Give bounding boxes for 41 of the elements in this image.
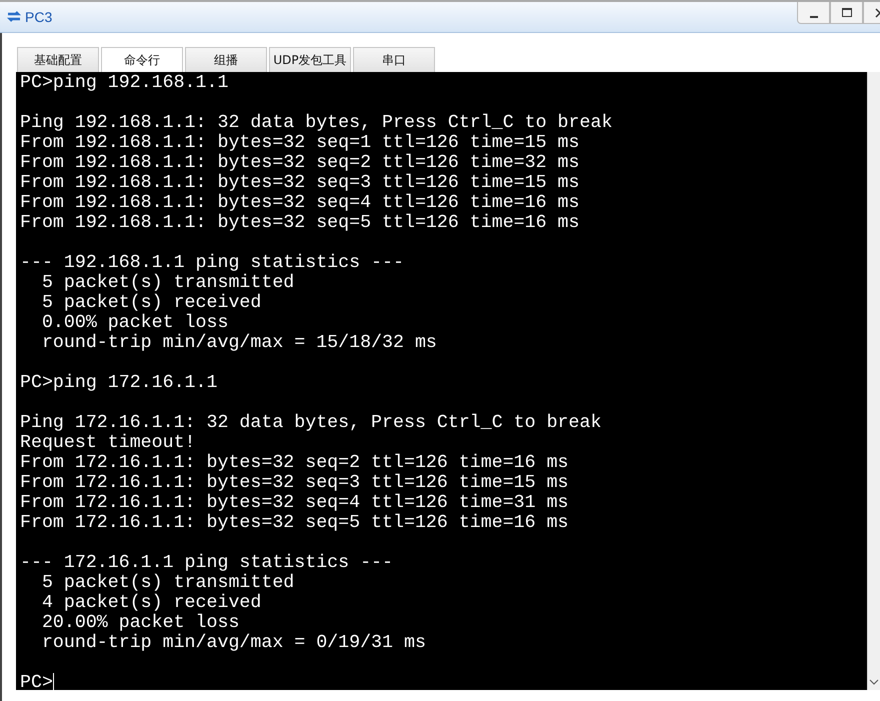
terminal-line: 5 packet(s) transmitted — [40, 573, 294, 593]
terminal-line: From 192.168.1.1: bytes=32 seq=1 ttl=126 time=15 ms — [20, 133, 580, 153]
terminal-line: From 172.16.1.1: bytes=32 seq=4 ttl=126 time=31 ms — [20, 493, 569, 513]
terminal-line: 20.00% packet loss — [40, 613, 240, 633]
terminal-line: PC>ping 172.16.1.1 — [20, 373, 218, 393]
terminal-line: round-trip min/avg/max = 0/19/31 ms — [40, 633, 426, 653]
terminal-line: 0.00% packet loss — [40, 313, 228, 333]
close-button[interactable] — [863, 2, 880, 24]
tab[interactable]: 组播 — [185, 47, 267, 72]
terminal-line: From 172.16.1.1: bytes=32 seq=5 ttl=126 time=16 ms — [20, 513, 569, 533]
terminal-line: 4 packet(s) received — [40, 593, 262, 613]
terminal-line: 5 packet(s) received — [40, 293, 262, 313]
tab[interactable]: 串口 — [353, 47, 435, 72]
minimize-icon — [810, 16, 818, 18]
terminal-line: --- 172.16.1.1 ping statistics --- — [20, 553, 393, 573]
terminal-line: Ping 192.168.1.1: 32 data bytes, Press Ctrl_C to break — [20, 113, 612, 133]
text-cursor — [52, 673, 54, 692]
terminal-line: Request timeout! — [20, 433, 196, 453]
tab[interactable]: 命令行 — [101, 47, 183, 72]
terminal-output[interactable] — [16, 72, 868, 690]
terminal-line: From 172.16.1.1: bytes=32 seq=3 ttl=126 time=15 ms — [20, 473, 569, 493]
terminal-line: From 192.168.1.1: bytes=32 seq=5 ttl=126 time=16 ms — [20, 213, 580, 233]
terminal-line: From 172.16.1.1: bytes=32 seq=2 ttl=126 time=16 ms — [20, 453, 569, 473]
terminal-line: From 192.168.1.1: bytes=32 seq=3 ttl=126 time=15 ms — [20, 173, 580, 193]
tab[interactable]: 基础配置 — [17, 47, 99, 72]
scroll-down-icon[interactable] — [869, 678, 880, 686]
terminal-line: PC> — [20, 673, 53, 693]
terminal-line: round-trip min/avg/max = 15/18/32 ms — [40, 333, 437, 353]
terminal-line: 5 packet(s) transmitted — [40, 273, 294, 293]
minimize-button[interactable] — [797, 2, 830, 24]
terminal-line: --- 192.168.1.1 ping statistics --- — [20, 253, 404, 273]
close-icon — [874, 6, 880, 18]
scrollbar[interactable] — [867, 72, 880, 690]
terminal-line: From 192.168.1.1: bytes=32 seq=4 ttl=126 time=16 ms — [20, 193, 580, 213]
maximize-icon — [840, 6, 852, 18]
terminal-line: From 192.168.1.1: bytes=32 seq=2 ttl=126 time=32 ms — [20, 153, 580, 173]
terminal-line: PC>ping 192.168.1.1 — [20, 73, 228, 93]
window-title: PC3 — [25, 9, 52, 25]
tab[interactable]: UDP发包工具 — [269, 47, 351, 72]
maximize-button[interactable] — [830, 2, 863, 24]
terminal-line: Ping 172.16.1.1: 32 data bytes, Press Ctrl_C to break — [20, 413, 602, 433]
